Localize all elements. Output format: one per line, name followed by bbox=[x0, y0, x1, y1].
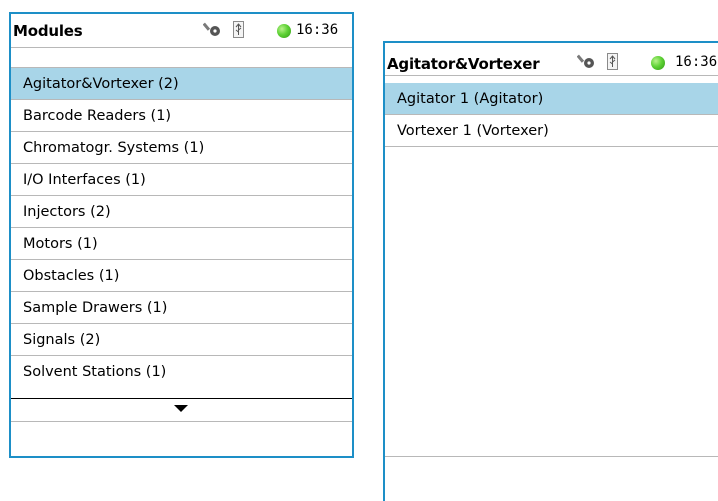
scroll-down-button[interactable] bbox=[11, 398, 352, 422]
list-item[interactable]: Motors (1) bbox=[11, 228, 352, 260]
key-icon bbox=[203, 22, 220, 36]
status-green-icon bbox=[651, 56, 665, 70]
scroll-down-arrow-icon bbox=[174, 405, 188, 412]
modules-panel: Modules 16:36 Agitator&Vortexer (2) Barc… bbox=[9, 12, 354, 458]
key-icon bbox=[577, 54, 594, 68]
divider bbox=[385, 456, 718, 457]
status-green-icon bbox=[277, 24, 291, 38]
list-item[interactable]: Sample Drawers (1) bbox=[11, 292, 352, 324]
list-item[interactable]: Signals (2) bbox=[11, 324, 352, 356]
detail-panel: Agitator&Vortexer 16:36 Agitator 1 (Agit… bbox=[383, 41, 718, 501]
page-title: Modules bbox=[13, 22, 83, 40]
modules-list: Agitator&Vortexer (2) Barcode Readers (1… bbox=[11, 67, 352, 388]
list-item[interactable]: I/O Interfaces (1) bbox=[11, 164, 352, 196]
clock: 16:36 bbox=[675, 54, 718, 70]
list-item[interactable]: Barcode Readers (1) bbox=[11, 100, 352, 132]
list-item[interactable]: Agitator&Vortexer (2) bbox=[11, 68, 352, 100]
detail-list: Agitator 1 (Agitator) Vortexer 1 (Vortex… bbox=[385, 83, 718, 147]
modules-header: Modules 16:36 bbox=[11, 14, 352, 48]
list-item[interactable]: Chromatogr. Systems (1) bbox=[11, 132, 352, 164]
list-item[interactable]: Obstacles (1) bbox=[11, 260, 352, 292]
usb-icon bbox=[607, 53, 618, 70]
clock: 16:36 bbox=[296, 22, 339, 38]
detail-header: Agitator&Vortexer 16:36 bbox=[385, 41, 718, 76]
list-item[interactable]: Agitator 1 (Agitator) bbox=[385, 83, 718, 115]
list-item[interactable]: Solvent Stations (1) bbox=[11, 356, 352, 388]
list-item[interactable]: Vortexer 1 (Vortexer) bbox=[385, 115, 718, 147]
usb-icon bbox=[233, 21, 244, 38]
detail-title: Agitator&Vortexer bbox=[387, 55, 540, 73]
list-item[interactable]: Injectors (2) bbox=[11, 196, 352, 228]
